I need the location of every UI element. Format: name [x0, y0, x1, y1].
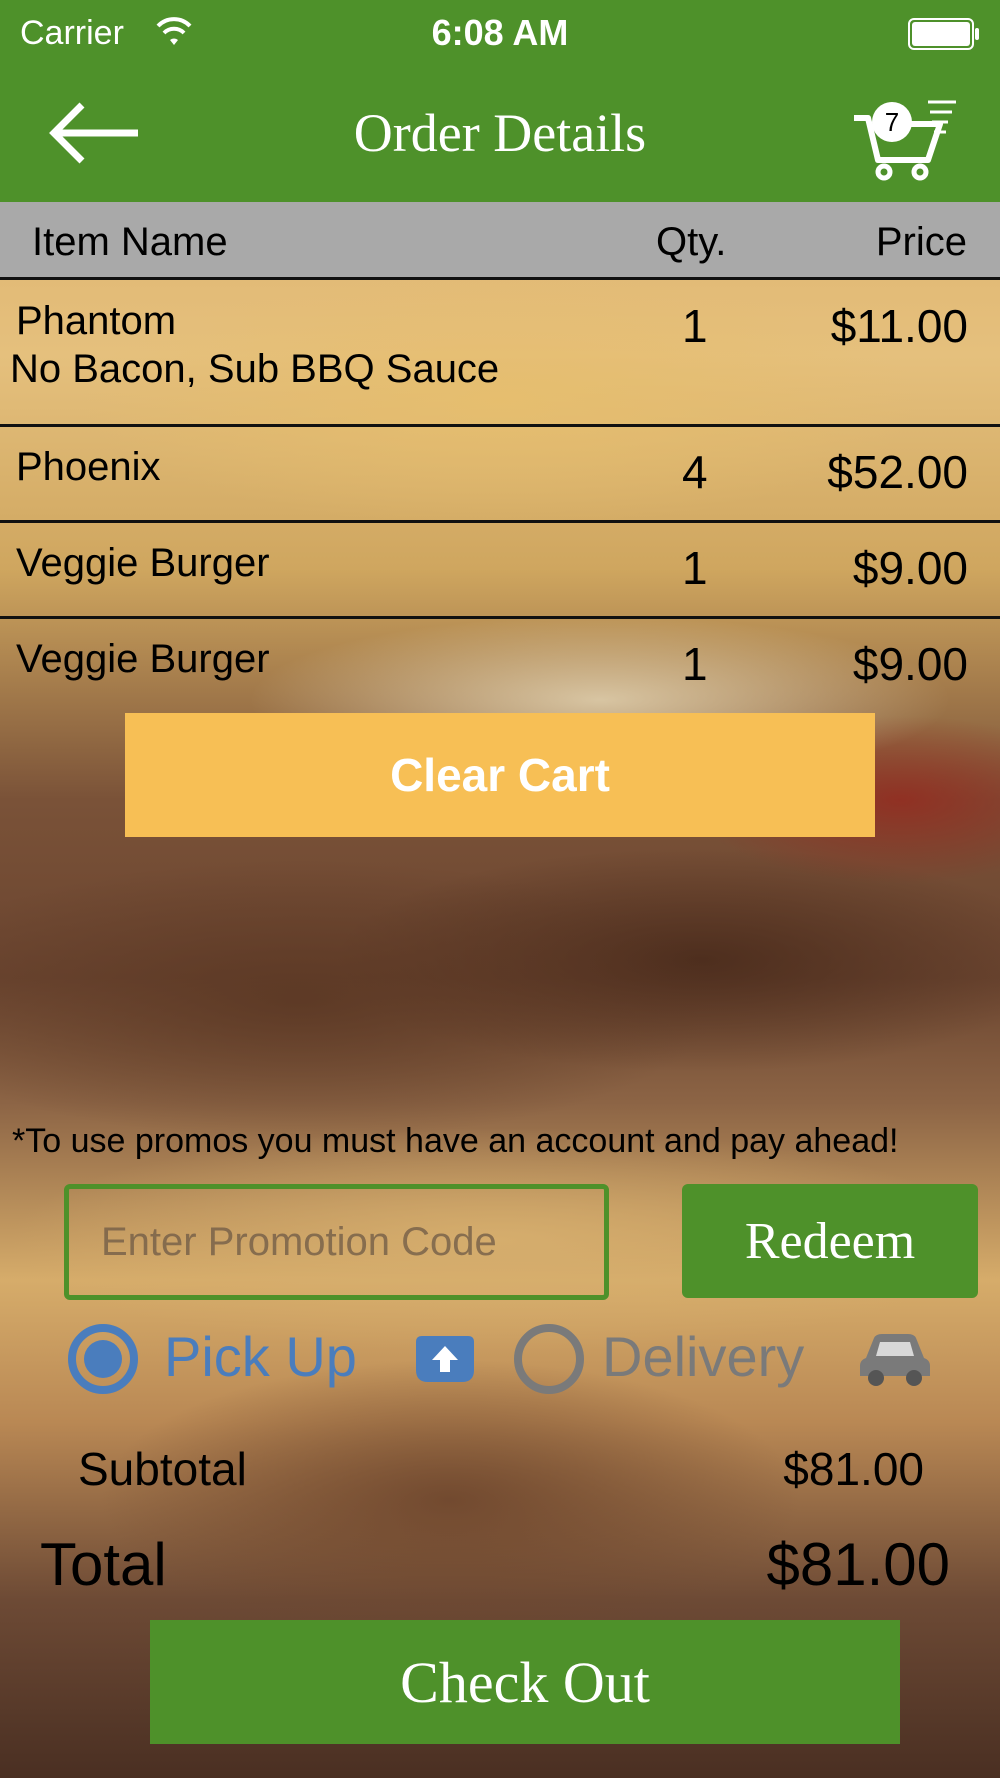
battery-icon — [908, 18, 979, 50]
cart-button[interactable]: 7 — [850, 88, 960, 184]
item-qty: 1 — [682, 638, 708, 690]
item-qty: 1 — [682, 542, 708, 594]
item-name: Phoenix — [16, 445, 161, 489]
status-time: 6:08 AM — [431, 12, 569, 53]
column-header-qty: Qty. — [656, 220, 727, 264]
cart-count-badge: 7 — [872, 102, 912, 142]
item-price: $9.00 — [852, 638, 968, 690]
subtotal-value: $81.00 — [783, 1443, 924, 1495]
status-bar: Carrier 6:08 AM — [0, 0, 1000, 66]
redeem-button[interactable]: Redeem — [682, 1184, 978, 1298]
item-name: Phantom — [16, 299, 177, 343]
item-modifiers: No Bacon, Sub BBQ Sauce — [10, 347, 500, 391]
order-row[interactable]: Veggie Burger 1 $9.00 — [0, 523, 1000, 619]
column-header-item-name: Item Name — [32, 220, 228, 264]
item-price: $11.00 — [830, 300, 968, 352]
pickup-icon — [416, 1336, 474, 1382]
order-table-header: Item Name Qty. Price — [0, 202, 1000, 280]
column-header-price: Price — [875, 220, 967, 264]
item-price: $9.00 — [852, 542, 968, 594]
promo-note: *To use promos you must have an account … — [12, 1122, 899, 1160]
order-row[interactable]: Phantom No Bacon, Sub BBQ Sauce 1 $11.00 — [0, 281, 1000, 427]
item-name: Veggie Burger — [16, 541, 270, 585]
promo-code-input[interactable] — [64, 1184, 609, 1300]
nav-bar: Order Details 7 — [0, 66, 1000, 202]
car-icon — [860, 1334, 930, 1386]
total-value: $81.00 — [766, 1531, 950, 1598]
pickup-label[interactable]: Pick Up — [164, 1324, 357, 1389]
total-label: Total — [40, 1531, 167, 1598]
delivery-radio[interactable] — [514, 1324, 584, 1394]
order-row[interactable]: Veggie Burger 1 $9.00 — [0, 619, 1000, 715]
order-row[interactable]: Phoenix 4 $52.00 — [0, 427, 1000, 523]
clear-cart-button[interactable]: Clear Cart — [125, 713, 875, 837]
item-qty: 4 — [682, 446, 708, 498]
subtotal-label: Subtotal — [78, 1443, 247, 1495]
pickup-radio[interactable] — [68, 1324, 138, 1394]
item-price: $52.00 — [827, 446, 968, 498]
order-list: Phantom No Bacon, Sub BBQ Sauce 1 $11.00… — [0, 281, 1000, 715]
checkout-button[interactable]: Check Out — [150, 1620, 900, 1744]
delivery-label[interactable]: Delivery — [602, 1324, 804, 1389]
item-name: Veggie Burger — [16, 637, 270, 681]
item-qty: 1 — [682, 300, 708, 352]
